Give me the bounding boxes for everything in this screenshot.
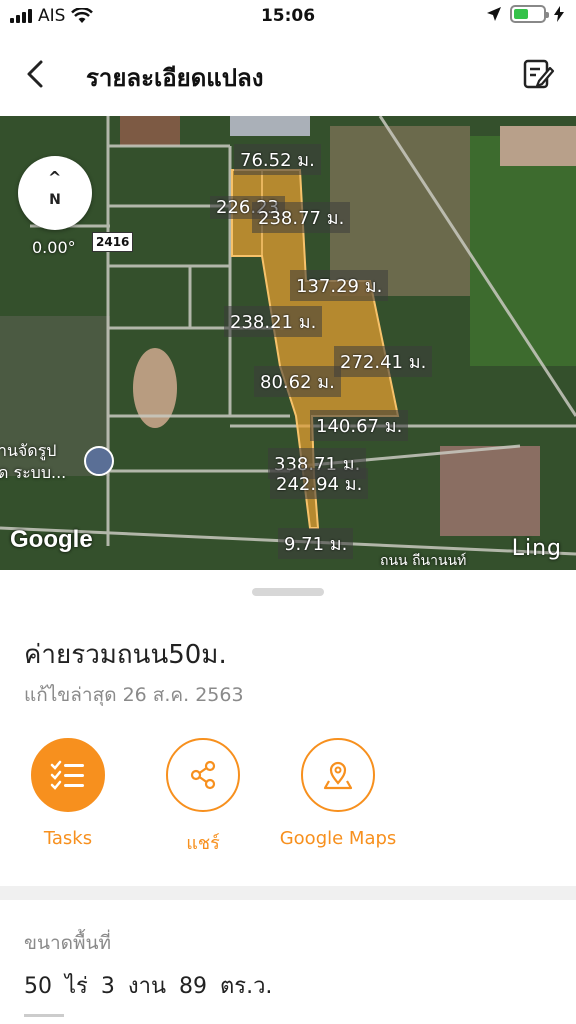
- next-section-hint: [24, 1014, 64, 1024]
- charging-icon: [554, 6, 564, 22]
- share-button[interactable]: แชร์: [133, 738, 273, 857]
- chevron-left-icon: [27, 60, 43, 88]
- last-edited: แก้ไขล่าสุด 26 ส.ค. 2563: [24, 684, 244, 706]
- measurement-label: 238.21 ม.: [224, 306, 323, 337]
- area-label: ขนาดพื้นที่: [24, 932, 112, 954]
- route-badge: 2416: [92, 232, 134, 252]
- battery-icon: [510, 5, 549, 23]
- page-title: รายละเอียดแปลง: [86, 64, 264, 92]
- share-label: แชร์: [186, 833, 220, 854]
- measurement-label: 238.77 ม.: [252, 202, 351, 233]
- share-circle[interactable]: [166, 738, 240, 812]
- measurement-label: 80.62 ม.: [254, 366, 341, 397]
- app-header: รายละเอียดแปลง: [0, 34, 576, 116]
- action-row: Tasks แชร์ Google Maps: [0, 738, 576, 858]
- google-maps-circle[interactable]: [301, 738, 375, 812]
- map-view[interactable]: ^ N 0.00° 2416 76.52 ม. 226.23 238.77 ม.…: [0, 116, 576, 570]
- poi-label[interactable]: านจัดรูป ด ระบบ...: [0, 440, 66, 484]
- status-bar: AIS 15:06: [0, 0, 576, 34]
- edit-button[interactable]: [520, 56, 556, 92]
- plot-name: ค่ายรวมถนน50ม.: [24, 640, 227, 670]
- google-logo: Google: [10, 526, 93, 553]
- checklist-icon: [50, 760, 84, 790]
- north-arrow-icon: ^: [48, 168, 62, 187]
- compass-letter: N: [49, 192, 61, 208]
- details-sheet: ค่ายรวมถนน50ม. แก้ไขล่าสุด 26 ส.ค. 2563 …: [0, 570, 576, 1024]
- tasks-circle[interactable]: [31, 738, 105, 812]
- google-maps-button[interactable]: Google Maps: [268, 738, 408, 849]
- section-divider: [0, 886, 576, 900]
- map-pin-icon: [323, 761, 353, 790]
- tasks-button[interactable]: Tasks: [0, 738, 138, 849]
- measurement-label: 9.71 ม.: [278, 528, 354, 559]
- location-arrow-icon: [487, 7, 501, 21]
- measurement-label: 242.94 ม.: [270, 468, 369, 499]
- poi-text: านจัดรูป ด ระบบ...: [0, 441, 67, 482]
- heading-readout: 0.00°: [32, 238, 76, 257]
- back-button[interactable]: [18, 56, 54, 92]
- road-label: ถนน ถีนานนท์: [380, 553, 467, 569]
- drag-handle[interactable]: [252, 588, 324, 596]
- google-maps-label: Google Maps: [279, 828, 397, 849]
- compass-button[interactable]: ^ N: [18, 156, 92, 230]
- government-building-icon[interactable]: [84, 446, 114, 476]
- measurement-label: 140.67 ม.: [310, 410, 409, 441]
- measurement-label: 137.29 ม.: [290, 270, 389, 301]
- ling-watermark: Ling: [511, 536, 562, 561]
- area-value: 50 ไร่ 3 งาน 89 ตร.ว.: [24, 974, 273, 999]
- measurement-label: 272.41 ม.: [334, 346, 433, 377]
- edit-note-icon: [523, 59, 555, 89]
- status-right: [486, 5, 564, 23]
- measurement-label: 76.52 ม.: [234, 144, 321, 175]
- share-icon: [190, 760, 216, 790]
- tasks-label: Tasks: [43, 828, 93, 849]
- battery-level: [514, 9, 528, 19]
